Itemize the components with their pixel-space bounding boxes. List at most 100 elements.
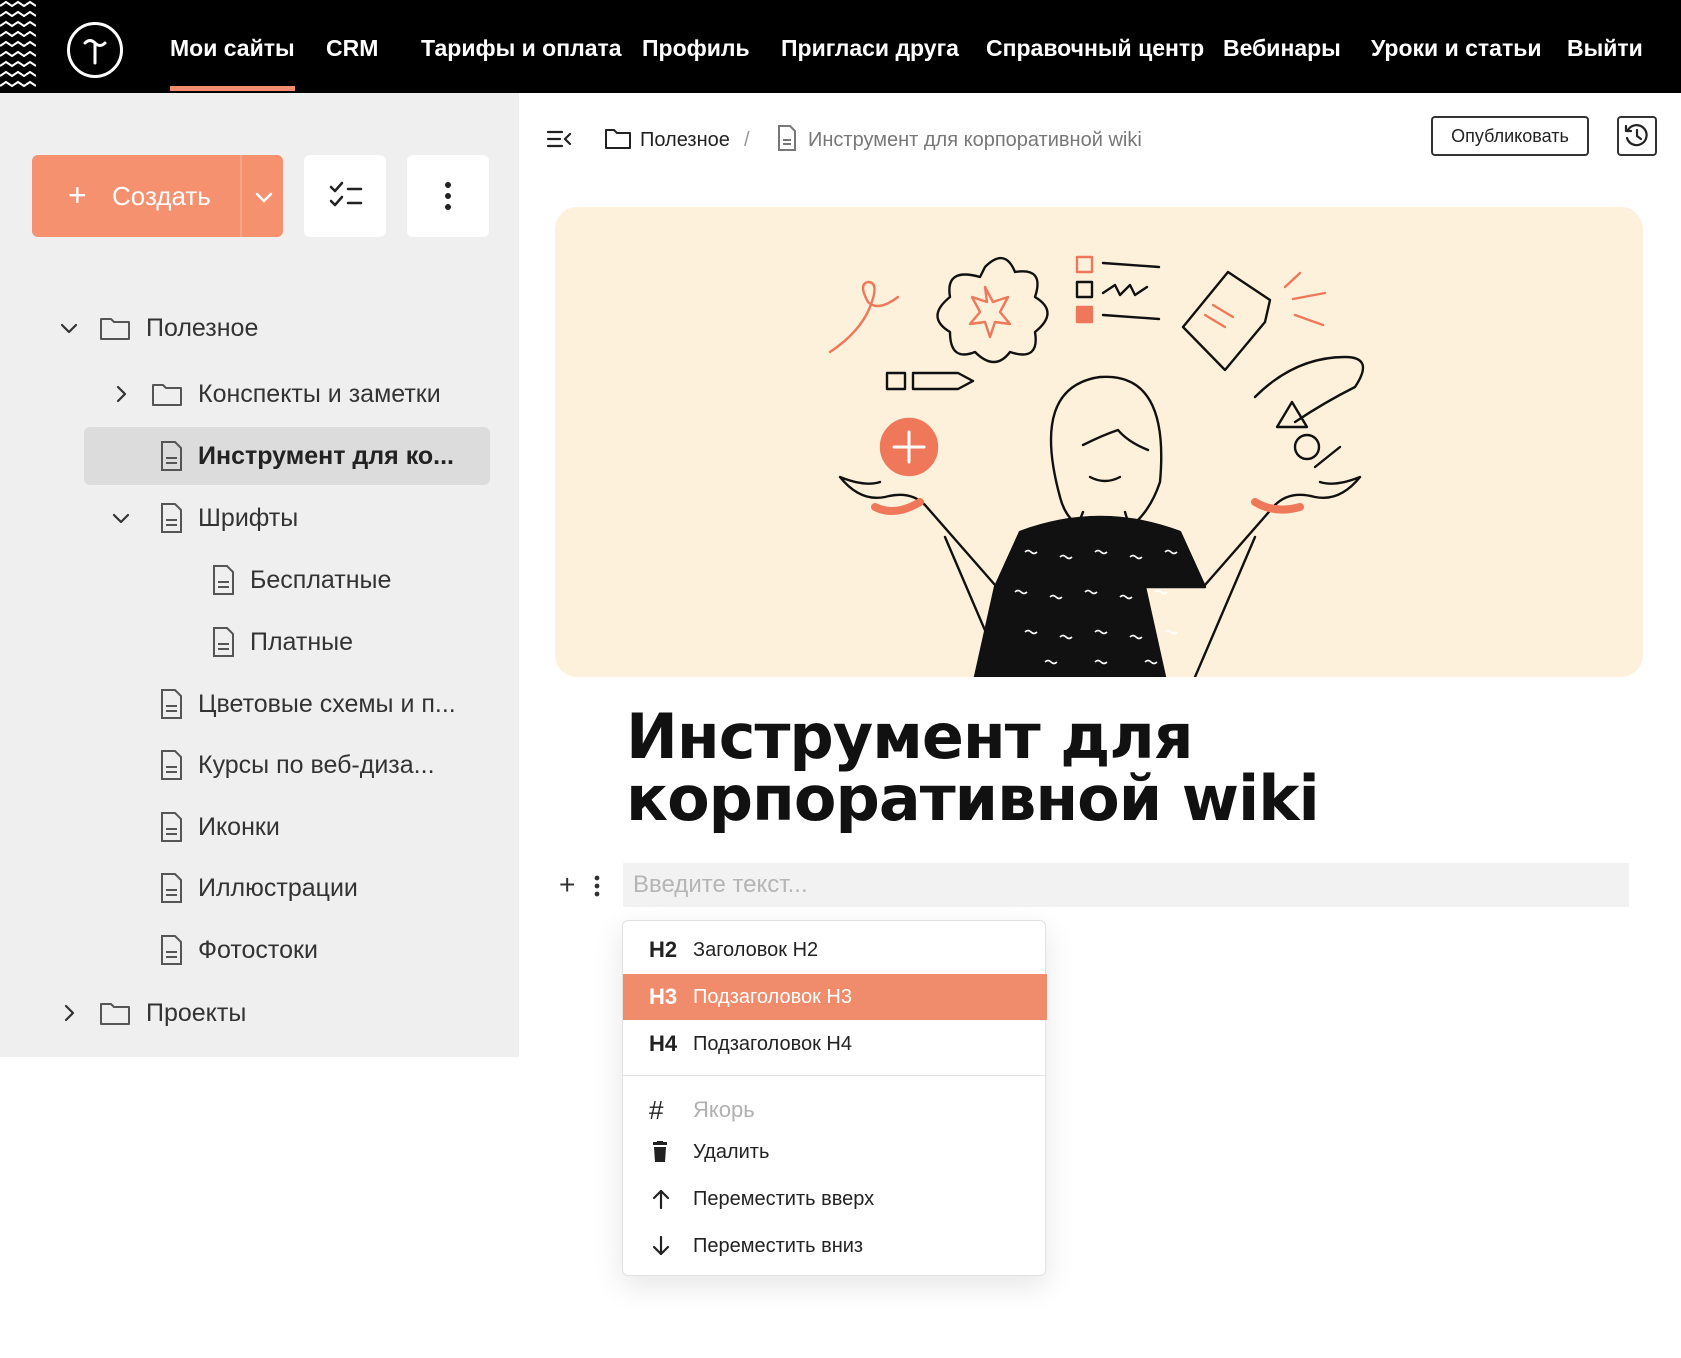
add-block-button[interactable]: + — [559, 870, 575, 900]
folder-icon — [152, 384, 182, 406]
tree-item-label: Иконки — [198, 813, 280, 841]
tilda-logo-icon[interactable] — [67, 22, 123, 78]
document-icon — [213, 627, 234, 657]
menu-item-move-down[interactable]: Переместить вниз — [623, 1223, 1047, 1269]
chevron-down-icon[interactable] — [250, 183, 278, 211]
chevron-right-icon[interactable] — [56, 1000, 82, 1026]
block-menu-icon[interactable] — [591, 873, 603, 899]
tree-item-page[interactable]: Платные — [190, 613, 490, 671]
tree-item-folder[interactable]: Проекты — [50, 984, 490, 1042]
tree-item-folder[interactable]: Полезное — [50, 299, 490, 357]
menu-divider — [623, 1075, 1047, 1076]
nav-tariffs[interactable]: Тарифы и оплата — [421, 28, 622, 68]
breadcrumb-separator: / — [744, 129, 750, 151]
tree-item-page[interactable]: Иконки — [84, 798, 490, 856]
document-icon — [161, 503, 182, 533]
nav-logout[interactable]: Выйти — [1567, 28, 1643, 68]
menu-item-label: Переместить вниз — [693, 1235, 864, 1257]
sidebar: + Создать Полезное Конспекты и заметки И… — [0, 93, 519, 1057]
menu-item-label: Заголовок H2 — [693, 939, 819, 961]
collapse-sidebar-icon[interactable] — [546, 127, 572, 151]
menu-item-h3[interactable]: H3 Подзаголовок H3 — [623, 974, 1047, 1020]
chevron-down-icon[interactable] — [108, 505, 134, 531]
tree-item-page[interactable]: Цветовые схемы и п... — [84, 675, 490, 733]
document-icon — [161, 750, 182, 780]
menu-item-label: Якорь — [693, 1097, 755, 1122]
nav-profile[interactable]: Профиль — [642, 28, 750, 68]
more-options-button[interactable] — [407, 155, 489, 237]
tree-item-label: Цветовые схемы и п... — [198, 690, 456, 718]
tree-item-page[interactable]: Бесплатные — [190, 551, 490, 609]
cover-image — [555, 207, 1643, 677]
document-icon — [161, 441, 182, 471]
breadcrumb-page: Инструмент для корпоративной wiki — [808, 129, 1142, 151]
menu-item-delete[interactable]: Удалить — [623, 1129, 1047, 1175]
tree-item-page-selected[interactable]: Инструмент для ко... — [84, 427, 490, 485]
publish-button[interactable]: Опубликовать — [1431, 116, 1589, 156]
create-button-divider — [240, 155, 242, 237]
arrow-down-icon — [652, 1235, 670, 1256]
document-icon — [161, 873, 182, 903]
h4-icon: H4 — [649, 1031, 678, 1056]
trash-icon — [653, 1141, 667, 1162]
plus-icon: + — [68, 177, 87, 213]
tree-item-page[interactable]: Курсы по веб-диза... — [84, 736, 490, 794]
text-block-input[interactable] — [623, 863, 1629, 907]
checklist-icon — [329, 181, 363, 207]
document-icon — [161, 935, 182, 965]
nav-invite-friend[interactable]: Пригласи друга — [781, 28, 959, 68]
tree-item-label: Бесплатные — [250, 566, 392, 594]
folder-icon — [100, 1003, 130, 1025]
menu-item-label: Удалить — [693, 1141, 770, 1163]
tree-item-label: Шрифты — [198, 504, 299, 532]
chevron-right-icon[interactable] — [108, 381, 134, 407]
create-button-label: Создать — [112, 181, 211, 211]
tree-item-label: Иллюстрации — [198, 874, 358, 902]
nav-crm[interactable]: CRM — [326, 28, 378, 68]
chevron-down-icon[interactable] — [56, 315, 82, 341]
menu-item-label: Переместить вверх — [693, 1188, 875, 1210]
tree-item-page[interactable]: Фотостоки — [84, 921, 490, 979]
h3-icon: H3 — [649, 984, 678, 1009]
menu-item-label: Подзаголовок H4 — [693, 1033, 852, 1055]
tree-item-label: Платные — [250, 628, 354, 656]
tree-item-folder[interactable]: Конспекты и заметки — [84, 365, 490, 423]
menu-item-label: Подзаголовок H3 — [693, 986, 852, 1008]
folder-icon — [100, 318, 130, 340]
menu-item-h2[interactable]: H2 Заголовок H2 — [623, 927, 1047, 973]
block-type-menu: H2 Заголовок H2 H3 Подзаголовок H3 H4 По… — [622, 920, 1047, 1276]
nav-help-center[interactable]: Справочный центр — [986, 28, 1204, 68]
h2-icon: H2 — [649, 937, 678, 962]
folder-icon — [605, 129, 631, 149]
breadcrumb-folder[interactable]: Полезное — [640, 127, 730, 153]
create-button[interactable]: + Создать — [32, 155, 283, 237]
zigzag-pattern-icon — [0, 0, 36, 88]
tree-item-page[interactable]: Шрифты — [84, 489, 490, 547]
more-vertical-icon — [445, 182, 451, 210]
page-title[interactable]: Инструмент для корпоративной wiki — [626, 706, 1526, 830]
document-icon — [161, 689, 182, 719]
menu-item-h4[interactable]: H4 Подзаголовок H4 — [623, 1021, 1047, 1067]
tree-item-label: Инструмент для ко... — [198, 442, 454, 470]
tree-item-label: Полезное — [146, 314, 259, 342]
tree-item-label: Фотостоки — [198, 936, 318, 964]
tree-item-label: Курсы по веб-диза... — [198, 751, 435, 779]
arrow-up-icon — [652, 1189, 670, 1210]
nav-webinars[interactable]: Вебинары — [1223, 28, 1341, 68]
menu-item-move-up[interactable]: Переместить вверх — [623, 1176, 1047, 1222]
tree-item-label: Проекты — [146, 999, 247, 1027]
nav-my-sites[interactable]: Мои сайты — [170, 28, 295, 91]
history-button[interactable] — [1617, 116, 1657, 156]
document-icon — [161, 812, 182, 842]
document-icon — [213, 565, 234, 595]
tree-item-label: Конспекты и заметки — [198, 380, 441, 408]
tree-item-page[interactable]: Иллюстрации — [84, 859, 490, 917]
document-icon — [778, 125, 796, 151]
nav-lessons[interactable]: Уроки и статьи — [1371, 28, 1542, 68]
juggling-woman-illustration — [828, 255, 1365, 677]
hash-icon: # — [649, 1095, 664, 1125]
menu-item-anchor[interactable]: # Якорь — [623, 1087, 1047, 1133]
top-navigation-bar: Мои сайты CRM Тарифы и оплата Профиль Пр… — [0, 0, 1681, 93]
history-icon — [1624, 124, 1648, 147]
checklist-button[interactable] — [304, 155, 386, 237]
